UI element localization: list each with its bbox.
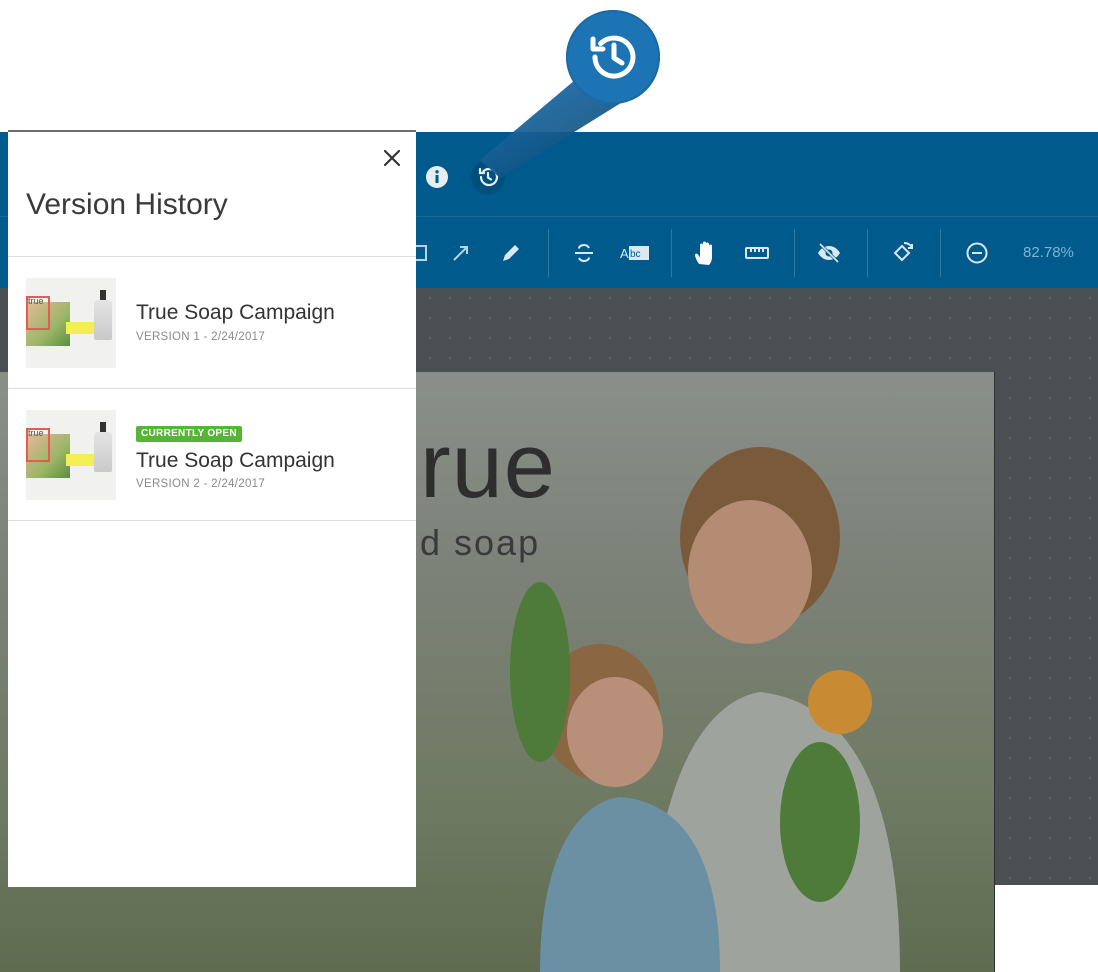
version-title: True Soap Campaign <box>136 449 335 472</box>
strikethrough-icon[interactable] <box>568 237 600 269</box>
ruler-icon[interactable] <box>741 237 773 269</box>
separator <box>548 229 549 277</box>
callout-history-icon <box>566 10 660 104</box>
version-thumbnail: true <box>26 278 116 368</box>
arrow-icon[interactable] <box>445 237 477 269</box>
rotate-icon[interactable] <box>887 237 919 269</box>
panel-title: Version History <box>26 188 228 221</box>
info-icon[interactable] <box>420 160 454 194</box>
pencil-icon[interactable] <box>495 237 527 269</box>
version-thumbnail: true <box>26 410 116 500</box>
separator <box>940 229 941 277</box>
divider <box>8 520 416 521</box>
svg-text:bc: bc <box>630 249 641 260</box>
version-item-1[interactable]: true True Soap Campaign VERSION 1 - 2/24… <box>8 257 416 387</box>
close-icon[interactable] <box>380 146 404 170</box>
zoom-level[interactable]: 82.78% <box>1023 244 1074 261</box>
version-meta: VERSION 1 - 2/24/2017 <box>136 331 266 343</box>
separator <box>867 229 868 277</box>
separator <box>671 229 672 277</box>
hand-icon[interactable] <box>689 237 721 269</box>
version-title: True Soap Campaign <box>136 301 335 324</box>
hide-icon[interactable] <box>813 237 845 269</box>
separator <box>794 229 795 277</box>
artboard-heading: rue <box>420 415 556 517</box>
version-item-2[interactable]: true CURRENTLY OPEN True Soap Campaign V… <box>8 389 416 519</box>
zoom-out-icon[interactable] <box>961 237 993 269</box>
version-history-panel: Version History true True Soap Campaign … <box>8 130 416 887</box>
status-badge: CURRENTLY OPEN <box>136 426 242 442</box>
history-icon[interactable] <box>471 160 505 194</box>
svg-text:A: A <box>620 246 629 261</box>
text-replace-icon[interactable]: Abc <box>619 237 651 269</box>
version-meta: VERSION 2 - 2/24/2017 <box>136 478 266 490</box>
artboard-subheading: d soap <box>420 522 541 563</box>
